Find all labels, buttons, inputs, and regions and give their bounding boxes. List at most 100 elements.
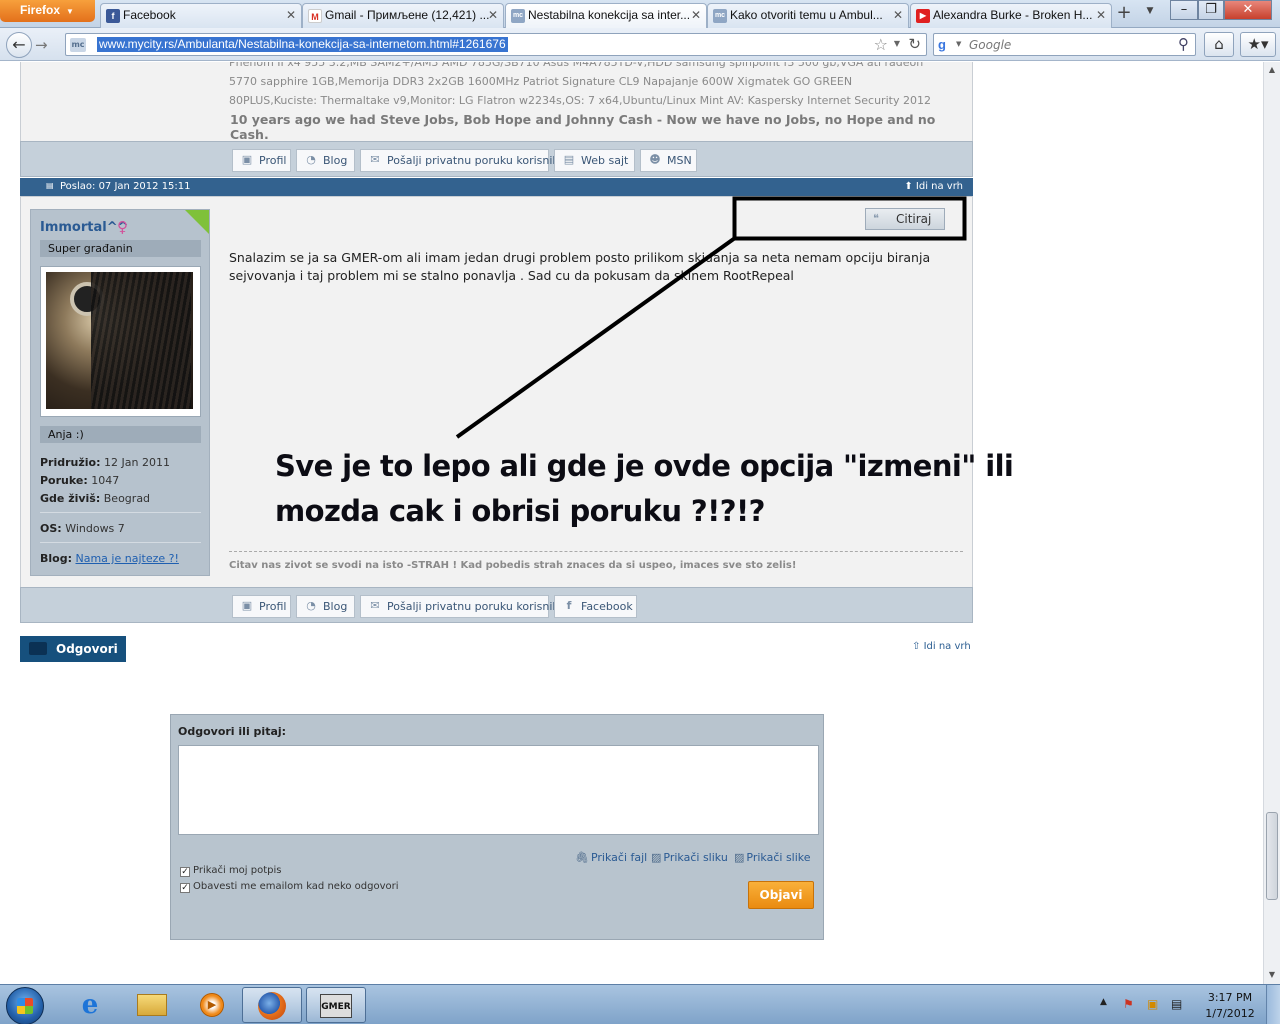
address-bar[interactable]: mc www.mycity.rs/Ambulanta/Nestabilna-ko… [65, 33, 927, 56]
tab-nestabilna-konekcija[interactable]: mc Nestabilna konekcija sa inter... ✕ [505, 3, 707, 29]
submit-button[interactable]: Objavi [748, 881, 814, 909]
scroll-down-arrow-icon[interactable]: ▼ [1264, 967, 1280, 983]
private-message-button[interactable]: ✉ Pošalji privatnu poruku korisniku [360, 149, 565, 172]
tab-gmail[interactable]: M Gmail - Примљене (12,421) ... ✕ [302, 3, 504, 28]
blog-label: Blog [323, 154, 348, 167]
tab-youtube[interactable]: ▶ Alexandra Burke - Broken H... ✕ [910, 3, 1112, 28]
website-button[interactable]: ▤ Web sajt [554, 149, 635, 172]
window-close-button[interactable]: ✕ [1224, 0, 1272, 20]
close-icon[interactable]: ✕ [1096, 8, 1106, 22]
google-icon[interactable]: g [938, 37, 954, 53]
tab-facebook[interactable]: f Facebook ✕ [100, 3, 302, 28]
attach-file-label: Prikači fajl [590, 851, 648, 864]
firefox-menu-button[interactable]: Firefox ▼ [0, 0, 95, 22]
search-bar[interactable]: g ▼ Google ⚲ [933, 33, 1196, 56]
tab-list-chevron-icon[interactable]: ▼ [1140, 6, 1160, 16]
chevron-down-icon: ▼ [66, 7, 74, 16]
post-actions-bar-previous: ▣ Profil ◔ Blog ✉ Pošalji privatnu poruku k… [20, 141, 973, 177]
msn-icon: ☻ [649, 153, 661, 166]
internet-explorer-taskbar-button[interactable]: e [60, 987, 120, 1023]
tab-label: Gmail - Примљене (12,421) ... [325, 8, 490, 22]
msn-button[interactable]: ☻ MSN [640, 149, 697, 172]
play-icon: ▶ [200, 993, 224, 1017]
attach-file-link[interactable]: 🖇 Prikači fajl [575, 851, 647, 864]
location-label: Gde živiš: [40, 492, 101, 505]
search-icon[interactable]: ⚲ [1178, 35, 1189, 53]
online-status-corner [185, 210, 209, 234]
back-to-top-link[interactable]: ⇧ Idi na vrh [912, 641, 971, 652]
reload-icon[interactable]: ↻ [908, 35, 921, 53]
facebook-share-button[interactable]: f Facebook [554, 595, 637, 618]
blog-icon: ◔ [306, 599, 316, 612]
tab-kako-otvoriti-temu[interactable]: mc Kako otvoriti temu u Ambul... ✕ [707, 3, 909, 28]
previous-post-tail: Phenom II x4 955 3.2,MB SAM2+/AM3 AMD 78… [20, 62, 973, 142]
gmail-icon: M [308, 9, 322, 23]
scrollbar-thumb[interactable] [1266, 812, 1278, 900]
blog-link[interactable]: Nama je najteze ?! [76, 552, 179, 565]
action-center-flag-icon[interactable]: ⚑ [1123, 997, 1134, 1011]
warning-icon[interactable]: ▣ [1147, 997, 1158, 1011]
show-desktop-button[interactable] [1266, 985, 1280, 1024]
close-icon[interactable]: ✕ [893, 8, 903, 22]
facebook-icon: f [106, 9, 120, 23]
new-tab-button[interactable]: + [1111, 3, 1137, 25]
user-location: Gde živiš: Beograd [40, 492, 150, 505]
minimize-button[interactable]: – [1170, 0, 1198, 20]
site-identity-icon[interactable]: mc [70, 38, 86, 52]
profile-button[interactable]: ▣ Profil [232, 595, 291, 618]
go-to-top-link[interactable]: ⬆ Idi na vrh [904, 181, 963, 192]
home-icon[interactable]: ⌂ [1204, 32, 1234, 57]
media-player-taskbar-button[interactable]: ▶ [182, 987, 242, 1023]
blog-button[interactable]: ◔ Blog [296, 149, 355, 172]
posts-value: 1047 [91, 474, 120, 487]
posts-label: Poruke: [40, 474, 88, 487]
gmer-taskbar-button[interactable]: GMER [306, 987, 366, 1023]
attach-image-link[interactable]: ▨ Prikači sliku [651, 851, 728, 864]
facebook-icon: f [566, 599, 572, 612]
network-icon[interactable]: ▤ [1171, 997, 1182, 1011]
bookmarks-menu-icon[interactable]: ★▾ [1240, 32, 1276, 57]
url-text[interactable]: www.mycity.rs/Ambulanta/Nestabilna-konek… [97, 37, 508, 52]
quote-button[interactable]: ❝ Citiraj [865, 208, 945, 230]
profile-button[interactable]: ▣ Profil [232, 149, 291, 172]
navigation-toolbar: ← → mc www.mycity.rs/Ambulanta/Nestabiln… [0, 28, 1280, 61]
close-icon[interactable]: ✕ [488, 8, 498, 22]
history-dropdown-icon[interactable]: ▼ [894, 39, 900, 48]
vertical-scrollbar[interactable]: ▲ ▼ [1263, 62, 1280, 984]
page-viewport: Phenom II x4 955 3.2,MB SAM2+/AM3 AMD 78… [0, 62, 1263, 984]
user-joined: Pridružio: 12 Jan 2011 [40, 456, 170, 469]
reply-button[interactable]: Odgovori [20, 636, 126, 662]
reply-textarea[interactable] [178, 745, 819, 835]
back-arrow-icon[interactable]: ← [6, 32, 32, 58]
checkbox-checked-icon[interactable]: ✓ [180, 867, 190, 877]
username-link[interactable]: Immortal^^ [40, 220, 129, 235]
blog-button[interactable]: ◔ Blog [296, 595, 355, 618]
quote-label: Citiraj [896, 212, 932, 226]
private-message-button[interactable]: ✉ Pošalji privatnu poruku korisniku [360, 595, 565, 618]
show-hidden-icons-chevron-icon[interactable]: ▲ [1100, 997, 1107, 1007]
checkbox-checked-icon[interactable]: ✓ [180, 883, 190, 893]
maximize-button[interactable]: ❐ [1198, 0, 1224, 20]
explorer-taskbar-button[interactable] [122, 987, 182, 1023]
female-icon: ♀ [117, 218, 128, 236]
system-clock[interactable]: 3:17 PM 1/7/2012 [1200, 990, 1260, 1022]
user-blog: Blog: Nama je najteze ?! [40, 552, 179, 565]
close-icon[interactable]: ✕ [286, 8, 296, 22]
search-engine-dropdown-icon[interactable]: ▼ [956, 40, 961, 48]
avatar-hair [91, 272, 191, 409]
email-notify-checkbox[interactable]: ✓ Obavesti me emailom kad neko odgovori [180, 881, 399, 893]
close-icon[interactable]: ✕ [691, 8, 701, 22]
forward-arrow-icon[interactable]: → [35, 36, 48, 54]
firefox-taskbar-button[interactable] [242, 987, 302, 1023]
avatar[interactable] [40, 266, 201, 417]
user-os: OS: Windows 7 [40, 522, 125, 535]
attach-images-link[interactable]: ▨ Prikači slike [734, 851, 811, 864]
bookmark-star-icon[interactable]: ☆ [874, 35, 888, 54]
blog-label: Blog [323, 600, 348, 613]
start-button[interactable] [6, 987, 44, 1024]
firefox-icon [258, 992, 286, 1020]
tab-bar: Firefox ▼ f Facebook ✕ M Gmail - Примљене… [0, 0, 1280, 29]
prev-signature-quote: 10 years ago we had Steve Jobs, Bob Hope… [230, 112, 936, 142]
scroll-up-arrow-icon[interactable]: ▲ [1264, 62, 1280, 78]
attach-signature-checkbox[interactable]: ✓ Prikači moj potpis [180, 865, 281, 877]
